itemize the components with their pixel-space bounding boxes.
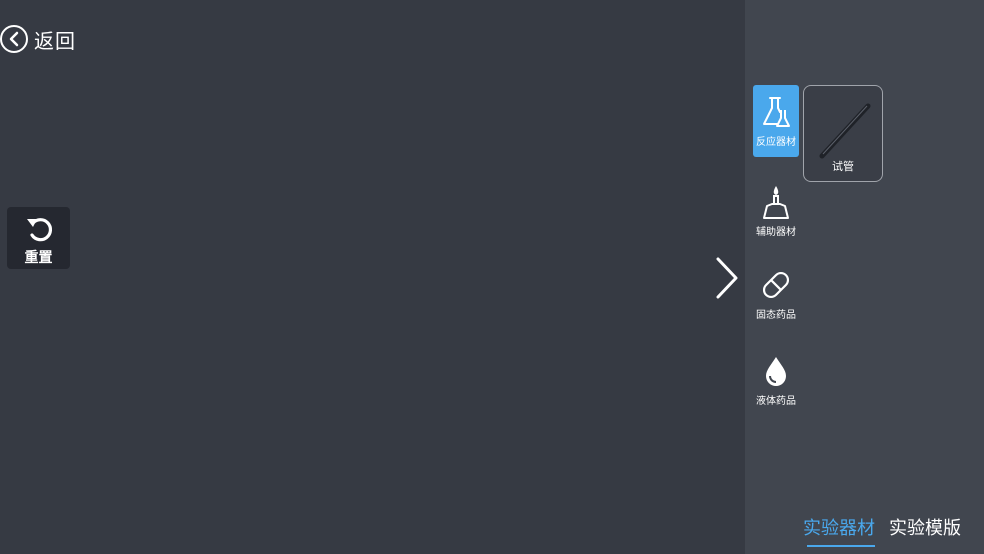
reset-button[interactable]: 重置 — [7, 207, 70, 269]
tab-experiment-templates[interactable]: 实验模版 — [889, 514, 961, 544]
back-label: 返回 — [34, 28, 76, 53]
alcohol-lamp-icon — [759, 185, 793, 219]
item-label: 试管 — [832, 160, 854, 173]
flask-icon — [761, 95, 791, 129]
pill-icon — [759, 268, 793, 302]
equipment-panel: 反应器材 辅助器材 固态药品 液体药品 试管 实验器材 实验模版 — [745, 0, 984, 554]
bottom-tabs: 实验器材 实验模版 — [803, 514, 961, 547]
chevron-left-circle-icon — [0, 25, 28, 53]
category-label: 反应器材 — [756, 137, 796, 148]
reset-label: 重置 — [24, 250, 53, 266]
category-liquid-reagents[interactable]: 液体药品 — [753, 344, 799, 416]
droplet-icon — [763, 354, 789, 388]
category-auxiliary-equipment[interactable]: 辅助器材 — [753, 175, 799, 247]
back-button[interactable]: 返回 — [0, 23, 76, 55]
tab-experiment-equipment[interactable]: 实验器材 — [803, 514, 875, 547]
category-solid-reagents[interactable]: 固态药品 — [753, 258, 799, 330]
category-label: 辅助器材 — [756, 227, 796, 238]
category-label: 液体药品 — [756, 396, 796, 407]
category-reaction-equipment[interactable]: 反应器材 — [753, 85, 799, 157]
category-label: 固态药品 — [756, 310, 796, 321]
chevron-right-icon[interactable] — [712, 255, 742, 301]
item-test-tube[interactable]: 试管 — [803, 85, 883, 182]
rotate-ccw-icon — [24, 215, 54, 247]
